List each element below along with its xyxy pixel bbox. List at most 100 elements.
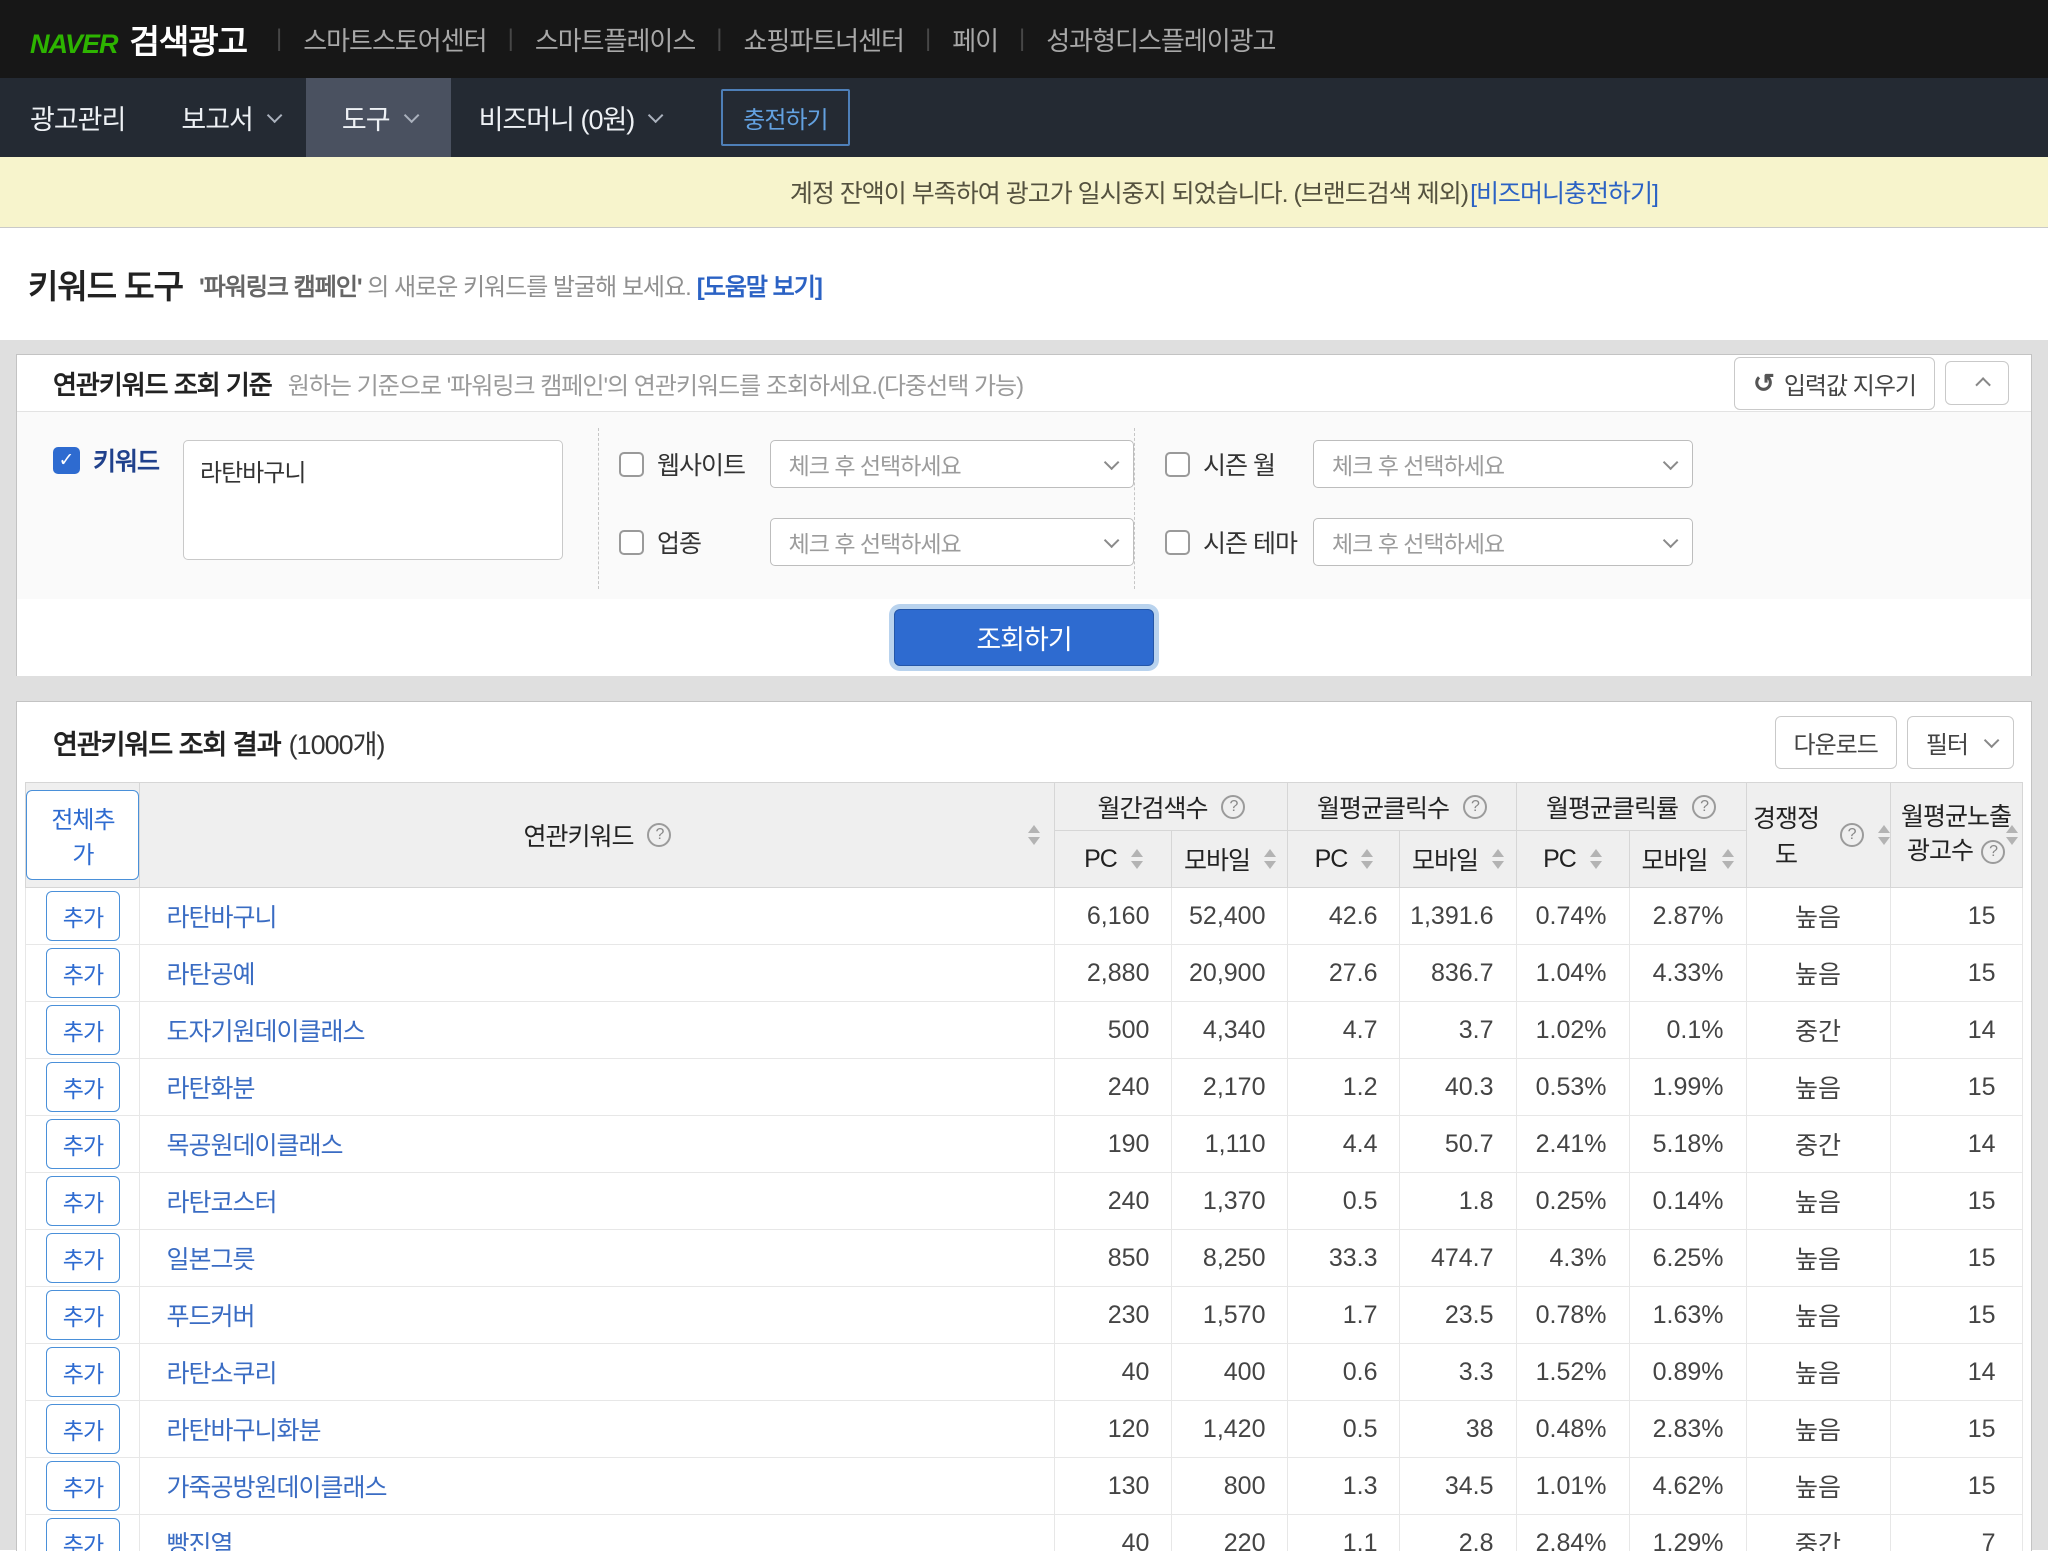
sort-icon[interactable]	[1878, 825, 1890, 845]
ctr-pc-cell: 0.25%	[1516, 1173, 1629, 1230]
help-question-icon[interactable]: ?	[1221, 795, 1245, 819]
industry-label: 업종	[657, 524, 770, 560]
industry-select[interactable]: 체크 후 선택하세요	[770, 518, 1134, 566]
criteria-title: 연관키워드 조회 기준	[53, 365, 272, 402]
criteria-subtitle: 원하는 기준으로 '파워링크 캠페인'의 연관키워드를 조회하세요.(다중선택 …	[288, 366, 1023, 401]
chevron-down-icon	[1104, 532, 1120, 548]
page-subtitle: '파워링크 캠페인' 의 새로운 키워드를 발굴해 보세요.	[199, 267, 691, 302]
clicks-pc-header[interactable]: PC	[1288, 831, 1400, 888]
add-keyword-button[interactable]: 추가	[46, 1347, 120, 1397]
sort-icon[interactable]	[1131, 849, 1143, 869]
keyword-cell: 도자기원데이클래스	[140, 1002, 1055, 1059]
ctr-mobile-header[interactable]: 모바일	[1629, 831, 1746, 888]
ad-count-cell: 15	[1890, 1230, 2022, 1287]
add-keyword-button[interactable]: 추가	[46, 1404, 120, 1454]
help-question-icon[interactable]: ?	[1981, 840, 2005, 864]
sort-icon[interactable]	[1361, 849, 1373, 869]
add-keyword-button[interactable]: 추가	[46, 1518, 120, 1551]
top-menu-shopping-partner[interactable]: 쇼핑파트너센터	[744, 21, 904, 58]
competition-header[interactable]: 경쟁정도 ?	[1746, 783, 1890, 888]
search-button[interactable]: 조회하기	[894, 609, 1154, 666]
add-keyword-button[interactable]: 추가	[46, 1461, 120, 1511]
keyword-link[interactable]: 목공원데이클래스	[166, 1132, 342, 1160]
keyword-link[interactable]: 라탄바구니	[166, 904, 276, 932]
keyword-link[interactable]: 빵진열	[166, 1531, 232, 1551]
ad-exposure-header[interactable]: 월평균노출 광고수 ?	[1890, 783, 2022, 888]
add-keyword-button[interactable]: 추가	[46, 891, 120, 941]
help-question-icon[interactable]: ?	[1692, 795, 1716, 819]
add-keyword-button[interactable]: 추가	[46, 1290, 120, 1340]
nav-report[interactable]: 보고서	[153, 78, 306, 157]
ctr-pc-header[interactable]: PC	[1516, 831, 1629, 888]
sort-icon[interactable]	[1264, 849, 1276, 869]
sort-icon[interactable]	[1492, 849, 1504, 869]
add-keyword-button[interactable]: 추가	[46, 948, 120, 998]
top-menu-smartplace[interactable]: 스마트플레이스	[535, 21, 695, 58]
season-theme-checkbox[interactable]	[1165, 530, 1190, 555]
campaign-name: '파워링크 캠페인'	[199, 274, 362, 301]
top-menu-pay[interactable]: 페이	[952, 21, 998, 58]
keyword-link[interactable]: 라탄바구니화분	[166, 1417, 320, 1445]
industry-checkbox[interactable]	[619, 530, 644, 555]
add-keyword-button[interactable]: 추가	[46, 1233, 120, 1283]
website-select[interactable]: 체크 후 선택하세요	[770, 440, 1134, 488]
competition-cell: 높음	[1746, 945, 1890, 1002]
account-balance-notice: 계정 잔액이 부족하여 광고가 일시중지 되었습니다. (브랜드검색 제외) […	[0, 157, 2048, 228]
help-question-icon[interactable]: ?	[647, 823, 671, 847]
clear-input-button[interactable]: ↺ 입력값 지우기	[1734, 357, 1935, 410]
help-question-icon[interactable]: ?	[1463, 795, 1487, 819]
keyword-link[interactable]: 일본그릇	[166, 1246, 254, 1274]
results-header: 연관키워드 조회 결과 (1000개) 다운로드 필터	[17, 702, 2031, 782]
mobile-label: 모바일	[1184, 841, 1250, 877]
nav-bizmoney[interactable]: 비즈머니 (0원)	[451, 78, 688, 157]
menu-divider: |	[925, 25, 931, 53]
season-month-checkbox[interactable]	[1165, 452, 1190, 477]
add-keyword-button[interactable]: 추가	[46, 1119, 120, 1169]
keyword-input[interactable]: 라탄바구니	[183, 440, 563, 560]
add-all-button[interactable]: 전체추가	[26, 790, 139, 880]
sort-icon[interactable]	[1028, 825, 1040, 845]
filter-button[interactable]: 필터	[1907, 716, 2014, 769]
ctr-pc-cell: 0.74%	[1516, 888, 1629, 945]
search-mobile-cell: 2,170	[1172, 1059, 1288, 1116]
table-row: 추가 목공원데이클래스 190 1,110 4.4 50.7 2.41% 5.1…	[26, 1116, 2022, 1173]
add-keyword-button[interactable]: 추가	[46, 1176, 120, 1226]
clicks-mobile-cell: 38	[1400, 1401, 1516, 1458]
keyword-link[interactable]: 라탄소쿠리	[166, 1360, 276, 1388]
top-menu-display-ad[interactable]: 성과형디스플레이광고	[1046, 21, 1275, 58]
season-theme-row: 시즌 테마 체크 후 선택하세요	[1165, 518, 1693, 566]
keyword-link[interactable]: 라탄화분	[166, 1075, 254, 1103]
competition-cell: 높음	[1746, 1173, 1890, 1230]
charge-button[interactable]: 충전하기	[721, 89, 849, 146]
sort-icon[interactable]	[2006, 825, 2018, 845]
website-checkbox[interactable]	[619, 452, 644, 477]
search-mobile-header[interactable]: 모바일	[1172, 831, 1288, 888]
search-pc-header[interactable]: PC	[1055, 831, 1172, 888]
sort-icon[interactable]	[1722, 849, 1734, 869]
keyword-link[interactable]: 푸드커버	[166, 1303, 254, 1331]
sort-icon[interactable]	[1590, 849, 1602, 869]
nav-tools-active[interactable]: 도구	[306, 78, 451, 157]
keyword-link[interactable]: 라탄공예	[166, 961, 254, 989]
keyword-checkbox-row[interactable]: ✓ 키워드	[53, 442, 159, 478]
add-keyword-button[interactable]: 추가	[46, 1062, 120, 1112]
keyword-link[interactable]: 라탄코스터	[166, 1189, 276, 1217]
help-link[interactable]: [도움말 보기]	[697, 267, 822, 302]
help-question-icon[interactable]: ?	[1840, 823, 1864, 847]
download-button[interactable]: 다운로드	[1775, 716, 1897, 769]
collapse-panel-button[interactable]	[1945, 361, 2009, 405]
season-month-select[interactable]: 체크 후 선택하세요	[1313, 440, 1693, 488]
clicks-mobile-header[interactable]: 모바일	[1400, 831, 1516, 888]
season-theme-select[interactable]: 체크 후 선택하세요	[1313, 518, 1693, 566]
keyword-link[interactable]: 가죽공방원데이클래스	[166, 1474, 386, 1502]
clicks-pc-cell: 1.7	[1288, 1287, 1400, 1344]
top-menu-smartstore[interactable]: 스마트스토어센터	[303, 21, 486, 58]
related-keyword-header[interactable]: 연관키워드 ?	[140, 783, 1055, 888]
keyword-link[interactable]: 도자기원데이클래스	[166, 1018, 364, 1046]
keyword-checkbox-checked[interactable]: ✓	[53, 447, 80, 474]
add-keyword-button[interactable]: 추가	[46, 1005, 120, 1055]
nav-ad-management[interactable]: 광고관리	[0, 78, 153, 157]
add-cell: 추가	[26, 1059, 140, 1116]
naver-search-ad-logo[interactable]: NAVER 검색광고	[30, 15, 247, 63]
bizmoney-charge-link[interactable]: [비즈머니충전하기]	[1470, 174, 1658, 210]
